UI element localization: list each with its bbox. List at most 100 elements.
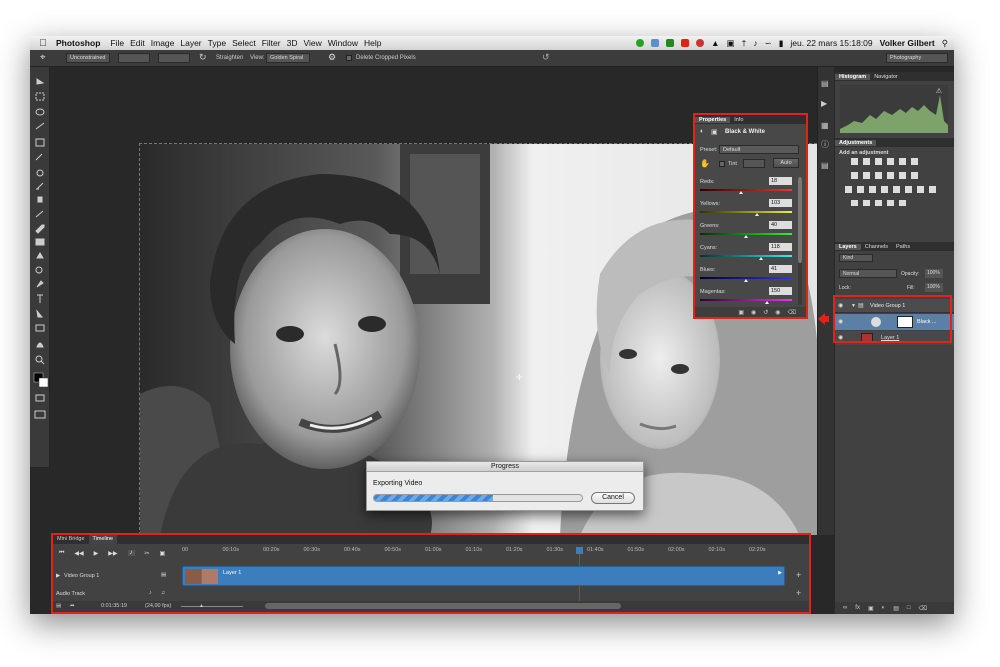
slider-knob[interactable] [744, 235, 748, 238]
scrollbar-thumb[interactable] [798, 177, 802, 263]
video-clip[interactable]: Layer 1 ▶ [182, 566, 785, 586]
history-icon[interactable]: ▤ [821, 79, 829, 88]
trash-icon[interactable]: ⌫ [788, 309, 796, 316]
volume-icon[interactable]: ♪ [753, 38, 757, 48]
fx-icon[interactable]: fx [855, 605, 860, 611]
link-icon[interactable]: ∞ [843, 605, 847, 611]
status-grid-icon[interactable] [651, 39, 660, 47]
tint-checkbox[interactable] [719, 161, 725, 167]
height-input[interactable] [158, 53, 190, 63]
targeted-adjustment-hand-icon[interactable]: ✋ [700, 159, 710, 168]
cancel-button[interactable]: Cancel [591, 492, 635, 504]
rotate-icon[interactable]: ↻ [199, 52, 207, 63]
video-track-header[interactable]: ▶ Video Group 1 ▤ [53, 567, 178, 587]
slider-value-input[interactable]: 103 [769, 199, 792, 207]
current-timecode[interactable]: 0:01:35:19 [101, 603, 127, 609]
reset-icon[interactable]: ↺ [542, 52, 550, 63]
menu-type[interactable]: Type [208, 38, 232, 48]
tab-timeline[interactable]: Timeline [88, 535, 118, 544]
transition-icon[interactable]: ▣ [160, 550, 166, 557]
settings-gear-icon[interactable]: ⚙ [328, 52, 336, 63]
slider-knob[interactable] [758, 257, 763, 260]
menu-help[interactable]: Help [364, 38, 387, 48]
menu-file[interactable]: File [110, 38, 130, 48]
previous-frame-icon[interactable]: ◀◀ [74, 550, 83, 557]
new-layer-icon[interactable]: □ [907, 605, 911, 611]
tab-histogram[interactable]: Histogram [835, 73, 871, 80]
tab-paths[interactable]: Paths [892, 244, 914, 250]
slider-track[interactable] [700, 299, 792, 301]
delete-cropped-checkbox[interactable] [346, 55, 352, 61]
mask-icon[interactable]: ▣ [711, 128, 718, 136]
add-audio-icon[interactable]: + [796, 588, 801, 598]
slider-track[interactable] [700, 211, 792, 213]
audio-icon[interactable]: ♪ [127, 550, 135, 556]
slider-value-input[interactable]: 41 [769, 265, 792, 273]
new-adjustment-icon[interactable]: ◐ [882, 605, 886, 611]
playhead-handle[interactable] [576, 547, 583, 554]
blend-mode-select[interactable]: Normal [839, 269, 897, 278]
menu-edit[interactable]: Edit [130, 38, 151, 48]
menu-layer[interactable]: Layer [180, 38, 207, 48]
go-to-first-frame-icon[interactable]: ⏮ [59, 550, 64, 557]
apple-icon[interactable]:  [30, 38, 56, 49]
bluetooth-icon[interactable]: † [742, 38, 747, 48]
tab-layers[interactable]: Layers [835, 243, 861, 250]
expand-triangle-icon[interactable]: ▶ [56, 573, 60, 579]
slider-knob[interactable] [755, 213, 760, 216]
menu-view[interactable]: View [303, 38, 327, 48]
menu-3d[interactable]: 3D [287, 38, 304, 48]
spotlight-search-icon[interactable]: ⚲ [942, 38, 948, 49]
properties-scrollbar[interactable] [798, 177, 802, 305]
reset-icon[interactable]: ↺ [763, 309, 768, 316]
add-media-icon[interactable]: + [796, 570, 801, 580]
status-record-icon[interactable] [696, 39, 705, 47]
tab-channels[interactable]: Channels [861, 244, 892, 250]
tab-mini-bridge[interactable]: Mini Bridge [53, 535, 89, 544]
datetime[interactable]: jeu. 22 mars 15:18:09 [790, 38, 872, 48]
zoom-slider-knob[interactable]: ▲ [199, 603, 204, 609]
new-group-icon[interactable]: ▤ [893, 605, 899, 612]
status-n-icon[interactable] [666, 39, 675, 47]
slider-knob[interactable] [765, 301, 770, 304]
slider-knob[interactable] [744, 279, 748, 282]
character-icon[interactable]: ▤ [821, 161, 829, 170]
menu-filter[interactable]: Filter [262, 38, 287, 48]
menu-image[interactable]: Image [151, 38, 181, 48]
status-green-icon[interactable] [636, 39, 645, 47]
slider-value-input[interactable]: 40 [769, 221, 792, 229]
info-icon[interactable]: ⓘ [821, 139, 829, 150]
auto-button[interactable]: Auto [773, 158, 799, 168]
track-options-icon[interactable]: ▤ [161, 572, 166, 578]
adjustment-icons[interactable] [841, 158, 951, 206]
kind-filter-select[interactable]: Kind [839, 254, 873, 262]
tab-adjustments[interactable]: Adjustments [835, 139, 877, 146]
slider-value-input[interactable]: 118 [769, 243, 792, 251]
eject-icon[interactable]: ▲ [711, 38, 719, 48]
mask-icon[interactable]: ▣ [868, 605, 874, 612]
battery-icon[interactable]: ▮ [779, 38, 784, 49]
next-frame-icon[interactable]: ▶▶ [108, 550, 117, 557]
preset-select[interactable]: Default [719, 145, 799, 154]
tab-properties[interactable]: Properties [695, 116, 731, 123]
slider-track[interactable] [700, 189, 792, 191]
actions-icon[interactable]: ▶ [821, 99, 827, 108]
audio-track-header[interactable]: Audio Track ♪ ♫ [53, 588, 178, 600]
workspace-select[interactable]: Photography [886, 53, 948, 63]
trash-icon[interactable]: ⌫ [919, 605, 927, 612]
slider-value-input[interactable]: 150 [769, 287, 792, 295]
menu-select[interactable]: Select [232, 38, 262, 48]
fill-input[interactable]: 100% [925, 283, 943, 292]
ratio-select[interactable]: Unconstrained [66, 53, 110, 63]
view-previous-icon[interactable]: ◉ [751, 309, 756, 316]
slider-knob[interactable] [739, 191, 744, 194]
user-name[interactable]: Volker Gilbert [880, 38, 935, 48]
menu-app[interactable]: Photoshop [56, 38, 106, 48]
clip-to-layer-icon[interactable]: ▣ [738, 309, 744, 316]
display-icon[interactable]: ▣ [727, 38, 735, 49]
slider-value-input[interactable]: 18 [769, 177, 792, 185]
straighten-label[interactable]: Straighten [216, 55, 243, 61]
tab-navigator[interactable]: Navigator [870, 74, 902, 80]
view-select[interactable]: Golden Spiral [266, 53, 310, 63]
slider-track[interactable] [700, 255, 792, 257]
